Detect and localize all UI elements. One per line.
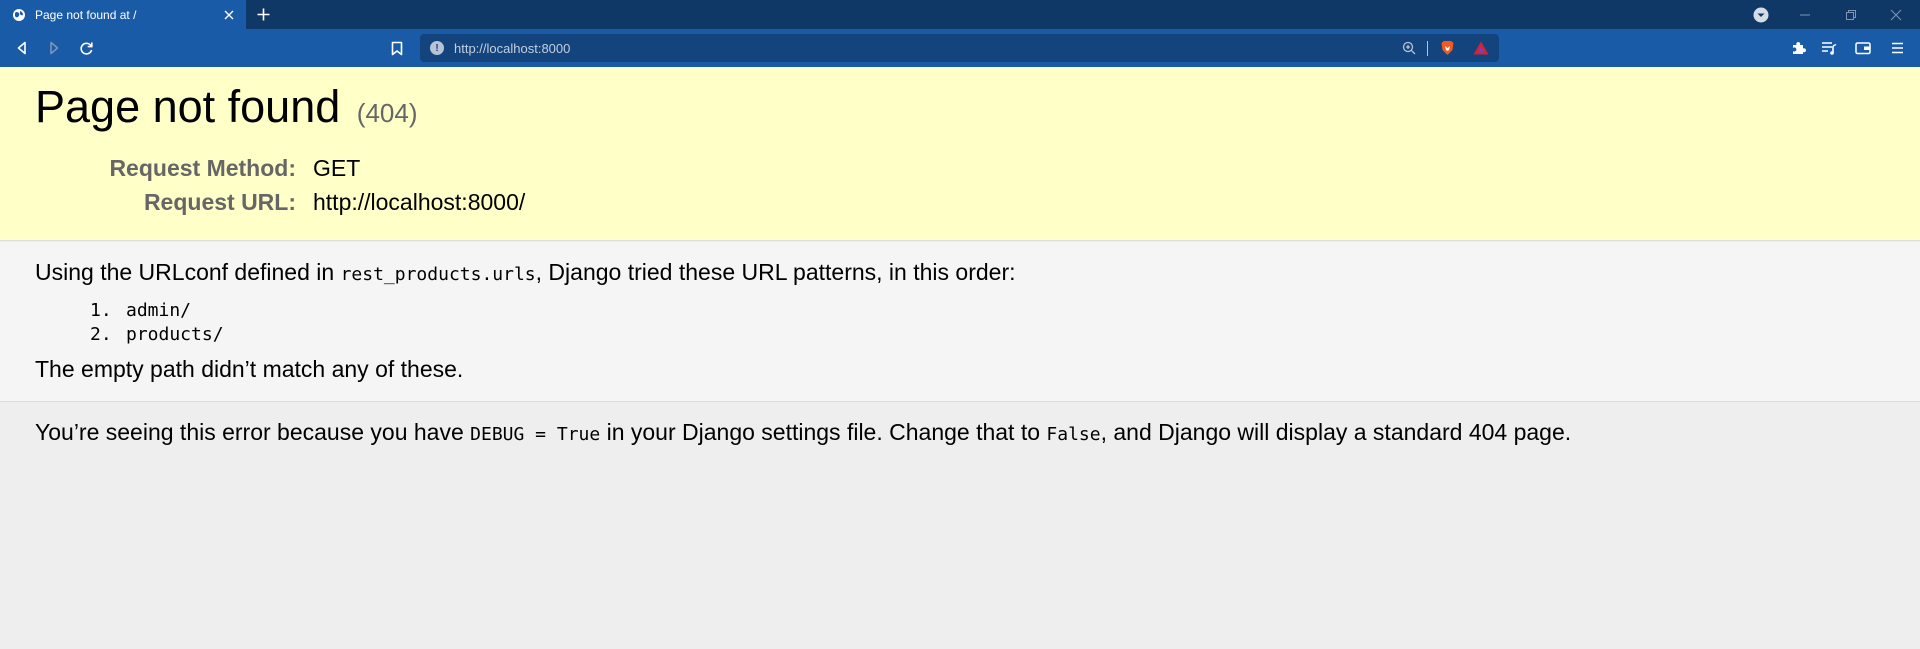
request-method-value: GET	[313, 155, 361, 181]
triangle-icon[interactable]	[1473, 40, 1489, 56]
close-icon[interactable]	[222, 8, 236, 22]
url-patterns-list: 1. admin/ 2. products/	[90, 299, 224, 347]
list-item: 1. admin/	[90, 299, 224, 323]
zoom-icon[interactable]	[1401, 40, 1417, 56]
bookmark-icon[interactable]	[388, 39, 406, 57]
urlconf-prefix: Using the URLconf defined in	[35, 259, 341, 285]
request-url-row: Request URL: http://localhost:8000/	[0, 189, 525, 216]
chevron-down-icon[interactable]	[1752, 6, 1769, 23]
menu-icon[interactable]	[1888, 39, 1906, 57]
close-icon[interactable]	[1887, 6, 1904, 23]
page-title-text: Page not found	[35, 81, 341, 132]
reload-icon[interactable]	[77, 39, 95, 57]
info-section: Using the URLconf defined in rest_produc…	[0, 242, 1920, 402]
request-method-label: Request Method:	[109, 155, 296, 181]
divider	[1427, 41, 1428, 56]
playlist-icon[interactable]	[1820, 39, 1838, 57]
pattern-text: admin/	[126, 300, 192, 321]
request-url-label: Request URL:	[143, 189, 296, 215]
restore-icon[interactable]	[1842, 6, 1859, 23]
explanation-part3: , and Django will display a standard 404…	[1100, 419, 1572, 445]
brave-lion-icon[interactable]	[1439, 40, 1455, 56]
forward-icon[interactable]	[45, 39, 63, 57]
urlconf-text: Using the URLconf defined in rest_produc…	[35, 259, 1016, 286]
wallet-icon[interactable]	[1854, 39, 1872, 57]
list-item: 2. products/	[90, 323, 224, 347]
info-icon[interactable]: !	[430, 41, 444, 55]
urlconf-suffix: , Django tried these URL patterns, in th…	[535, 259, 1016, 285]
minimize-icon[interactable]	[1796, 6, 1813, 23]
explanation-part2: in your Django settings file. Change tha…	[600, 419, 1047, 445]
no-match-text: The empty path didn’t match any of these…	[35, 356, 464, 382]
pattern-text: products/	[126, 324, 224, 345]
pattern-number: 2.	[90, 324, 112, 345]
request-url-value: http://localhost:8000/	[313, 189, 526, 215]
summary-section: Page not found (404) Request Method: GET…	[0, 67, 1920, 241]
tab-title: Page not found at /	[35, 7, 137, 22]
debug-setting: DEBUG = True	[470, 424, 601, 445]
puzzle-icon[interactable]	[1789, 39, 1807, 57]
explanation-section: You’re seeing this error because you hav…	[0, 403, 1920, 649]
tab-strip: Page not found at /	[0, 0, 1920, 29]
request-method-row: Request Method: GET	[0, 155, 360, 182]
back-icon[interactable]	[13, 39, 31, 57]
tab-active[interactable]: Page not found at /	[0, 0, 246, 29]
browser-toolbar: ! http://localhost:8000	[0, 29, 1920, 67]
page-title: Page not found (404)	[35, 81, 418, 133]
urlconf-module: rest_products.urls	[340, 264, 536, 285]
url-text[interactable]: http://localhost:8000	[454, 41, 570, 56]
status-code: (404)	[356, 98, 418, 128]
plus-icon[interactable]	[255, 6, 272, 23]
explanation-part1: You’re seeing this error because you hav…	[35, 419, 471, 445]
globe-icon	[12, 8, 26, 22]
address-bar[interactable]: ! http://localhost:8000	[420, 34, 1499, 62]
explanation-text: You’re seeing this error because you hav…	[35, 419, 1571, 446]
false-value: False	[1046, 424, 1101, 445]
pattern-number: 1.	[90, 300, 112, 321]
